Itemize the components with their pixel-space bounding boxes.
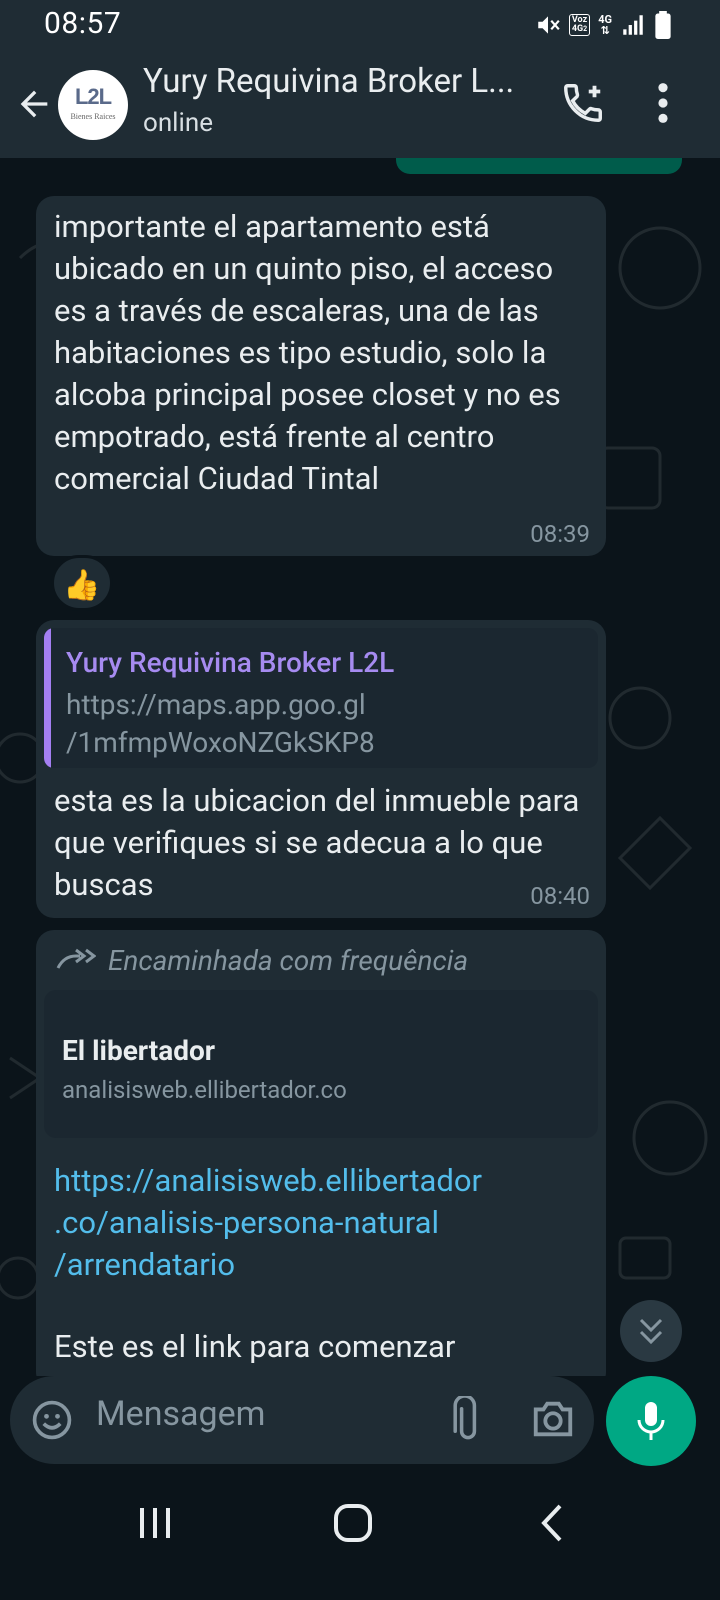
reaction-thumbs-up[interactable]: 👍 [51,555,113,611]
link-preview-domain: analisisweb.ellibertador.co [62,1076,347,1104]
forwarded-arrows-icon [56,948,96,969]
volte-bottom-label: 4G [571,24,584,34]
incoming-message-bubble[interactable]: Yury Requivina Broker L2L https://maps.a… [36,620,606,918]
incoming-message-bubble[interactable]: Encaminhada com frequência El libertador… [36,930,606,1376]
link-line: https://analisisweb.ellibertador [54,1162,483,1199]
contact-name[interactable]: Yury Requivina Broker L... [143,62,543,101]
message-time: 08:40 [530,882,590,910]
quoted-author: Yury Requivina Broker L2L [66,646,395,679]
contact-status: online [143,108,213,138]
link-preview-card[interactable]: El libertador analisisweb.ellibertador.c… [44,990,598,1138]
double-chevron-down-icon [639,1318,663,1345]
signal-icon [623,15,643,35]
message-text: importante el apartamento está ubicado e… [54,208,561,497]
scroll-to-bottom-button[interactable] [620,1300,682,1362]
link-line: .co/analisis-persona-natural [54,1204,439,1241]
camera-icon[interactable] [530,1396,576,1442]
message-composer[interactable]: Mensagem [10,1376,594,1464]
status-bar: 08:57 Voz 4G2 4G ⇅ [0,0,720,50]
home-icon[interactable] [330,1500,376,1546]
status-time: 08:57 [44,6,122,41]
avatar[interactable]: L2L Bienes Raices [58,70,128,140]
quoted-text-line: /1mfmpWoxoNZGkSKP8 [66,726,375,759]
network-label: 4G [598,13,612,26]
forwarded-label: Encaminhada com frequência [44,938,598,984]
message-text: esta es la ubicacion del inmueble para q… [54,782,580,903]
message-time: 08:39 [530,520,590,548]
emoji-icon[interactable] [30,1398,74,1442]
link-line: /arrendatario [54,1246,236,1283]
quoted-text-line: https://maps.app.goo.gl [66,688,366,721]
incoming-message-bubble[interactable]: importante el apartamento está ubicado e… [36,196,606,556]
volte-icon: Voz 4G2 [568,14,591,36]
message-text: Este es el link para comenzar [54,1328,456,1365]
status-icons: Voz 4G2 4G ⇅ [535,10,672,40]
volte-sub-label: 2 [583,25,588,33]
message-link[interactable]: https://analisisweb.ellibertador .co/ana… [54,1160,588,1286]
link-preview-title: El libertador [62,1034,216,1067]
quote-accent-bar [44,628,51,768]
forwarded-text: Encaminhada com frequência [108,944,469,977]
recent-apps-icon[interactable] [134,1502,176,1544]
network-4g-icon: 4G ⇅ [598,13,612,37]
back-arrow-icon[interactable] [14,84,54,124]
more-options-icon[interactable] [648,80,678,126]
message-input[interactable]: Mensagem [96,1394,265,1434]
nav-back-icon[interactable] [534,1500,568,1546]
chat-header: L2L Bienes Raices Yury Requivina Broker … [0,50,720,158]
attach-icon[interactable] [448,1396,488,1444]
avatar-subtitle: Bienes Raices [70,112,116,121]
microphone-icon [637,1402,665,1440]
voice-message-button[interactable] [606,1376,696,1466]
quoted-message[interactable]: Yury Requivina Broker L2L https://maps.a… [44,628,598,768]
outgoing-message-bubble[interactable] [396,158,682,174]
mute-icon [538,16,560,34]
quoted-text: https://maps.app.goo.gl /1mfmpWoxoNZGkSK… [66,686,586,762]
avatar-logo: L2L [74,84,112,109]
chat-area[interactable]: importante el apartamento está ubicado e… [0,158,720,1376]
add-call-icon[interactable] [560,80,606,126]
battery-icon [655,11,671,39]
system-nav-bar [0,1472,720,1600]
